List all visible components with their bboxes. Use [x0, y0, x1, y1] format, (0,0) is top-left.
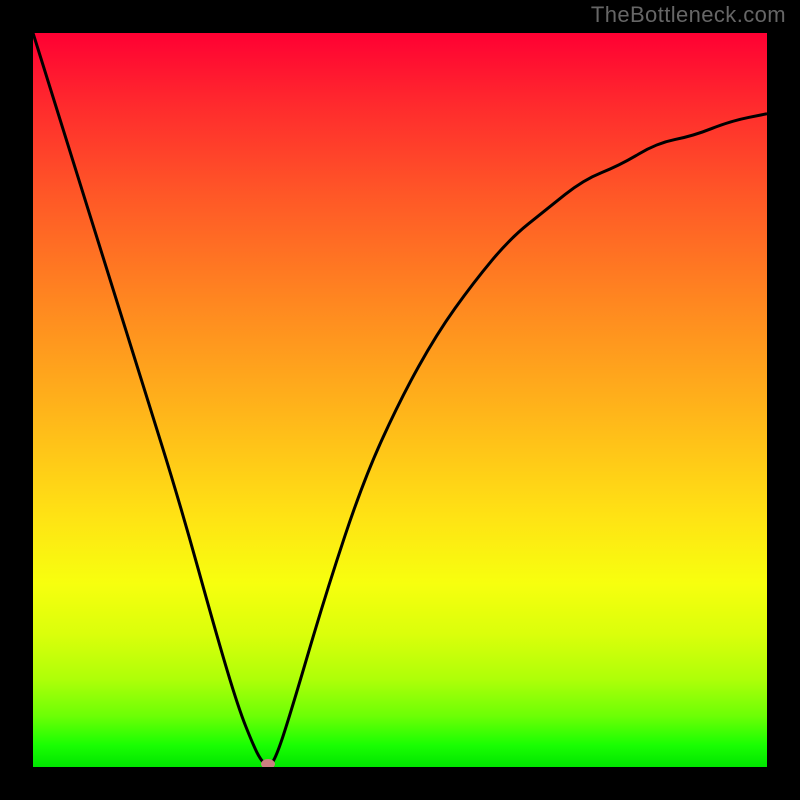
plot-area	[33, 33, 767, 767]
watermark-text: TheBottleneck.com	[591, 2, 786, 28]
curve-path	[33, 33, 767, 765]
min-point-marker	[261, 759, 275, 767]
bottleneck-curve	[33, 33, 767, 767]
chart-frame: TheBottleneck.com	[0, 0, 800, 800]
